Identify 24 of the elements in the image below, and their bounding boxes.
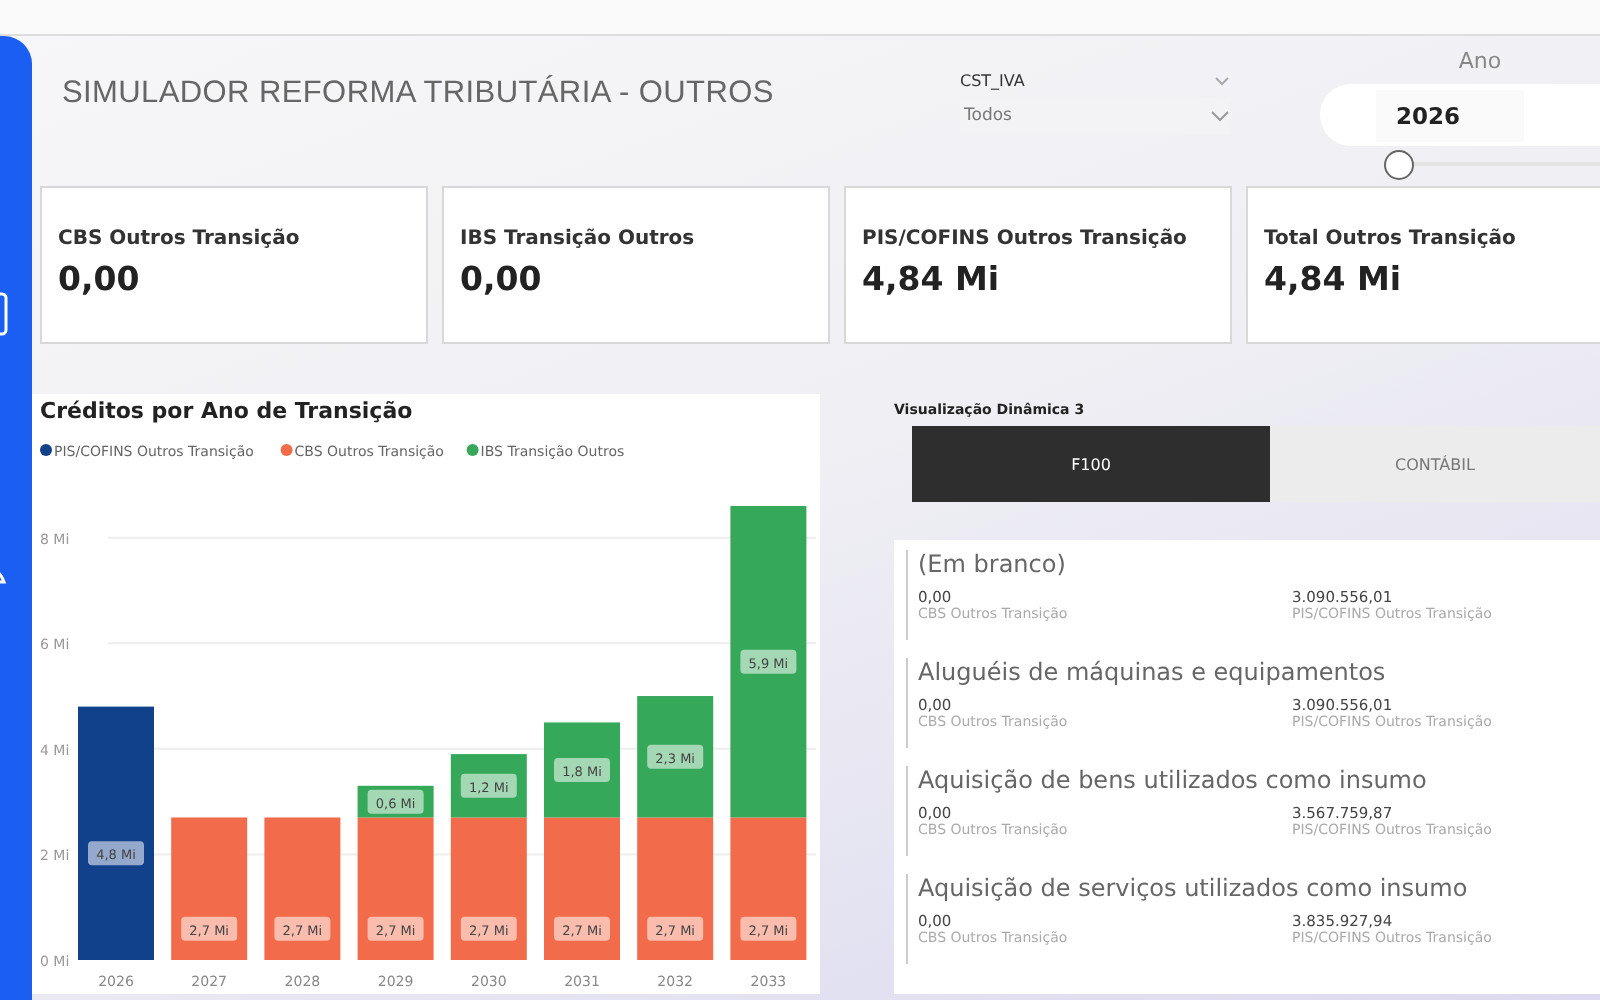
report-title: SIMULADOR REFORMA TRIBUTÁRIA - OUTROS (62, 76, 776, 112)
slider-label: Ano (1456, 48, 1504, 78)
chevron-down-icon (1210, 110, 1230, 122)
year-input[interactable]: 2026 (1376, 89, 1524, 141)
kpi-value: 0,00 (58, 260, 142, 298)
kpi-label: PIS/COFINS Outros Transição (862, 228, 1189, 250)
item-name: (Em branco) (918, 550, 1068, 582)
tab[interactable]: CONTÁBIL (1270, 426, 1600, 502)
filter-label: CST_IVA (960, 72, 1025, 90)
collapse-icon[interactable] (1214, 76, 1230, 86)
item-name: Aluguéis de máquinas e equipamentos (918, 658, 1388, 690)
item-name: Aquisição de serviços utilizados como insumo (918, 874, 1470, 906)
bar[interactable] (357, 785, 434, 818)
kpi-value: 4,84 Mi (1264, 260, 1404, 298)
kpi-label: IBS Transição Outros (460, 228, 697, 250)
bar[interactable] (78, 706, 154, 960)
tab[interactable]: F100 (912, 426, 1270, 502)
slider-thumb[interactable] (1384, 150, 1414, 180)
kpi-value: 4,84 Mi (862, 260, 1002, 298)
kpi-value: 0,00 (460, 260, 544, 298)
kpi-label: CBS Outros Transição (58, 228, 302, 250)
chart-title: Créditos por Ano de Transição (40, 398, 413, 424)
item-name: Aquisição de bens utilizados como insumo (918, 766, 1429, 798)
kpi-label: Total Outros Transição (1264, 228, 1518, 250)
